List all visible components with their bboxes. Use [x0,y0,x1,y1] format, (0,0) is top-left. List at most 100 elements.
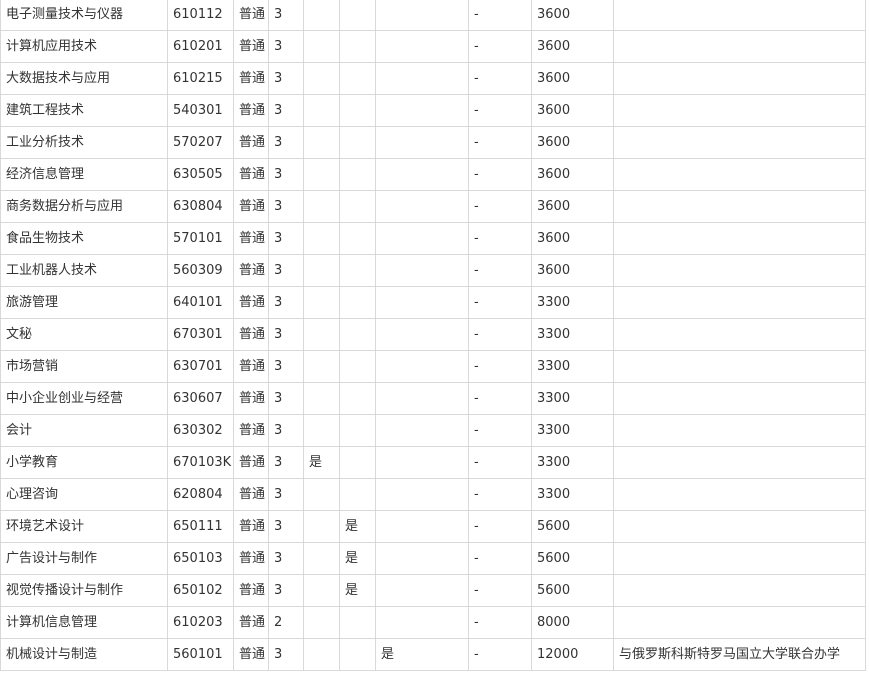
table-row: 视觉传播设计与制作 650102 普通 3 是 -5600 [0,574,866,607]
cell-program-type: 普通 [233,574,269,607]
cell-flag-3 [375,254,469,287]
cell-flag-3 [375,318,469,351]
cell-major-name: 计算机应用技术 [0,30,168,63]
cell-flag-2 [339,414,376,447]
cell-tuition-fee: 3300 [531,414,614,447]
cell-flag-1 [303,606,340,639]
table-row: 旅游管理 640101 普通 3 -3300 [0,286,866,319]
cell-program-type: 普通 [233,222,269,255]
cell-years: 3 [268,510,304,543]
cell-flag-1 [303,638,340,671]
table-row: 经济信息管理 630505 普通 3 -3600 [0,158,866,191]
cell-tuition-fee: 3600 [531,222,614,255]
cell-flag-1 [303,254,340,287]
cell-years: 2 [268,606,304,639]
cell-flag-3 [375,0,469,31]
cell-tuition-fee: 5600 [531,542,614,575]
cell-major-code: 620804 [167,478,234,511]
cell-program-type: 普通 [233,94,269,127]
table-row: 广告设计与制作 650103 普通 3 是 -5600 [0,542,866,575]
cell-flag-1 [303,350,340,383]
cell-major-name: 建筑工程技术 [0,94,168,127]
cell-flag-1 [303,30,340,63]
table-row: 会计 630302 普通 3 -3300 [0,414,866,447]
cell-program-type: 普通 [233,62,269,95]
cell-tuition-fee: 3300 [531,286,614,319]
cell-flag-3 [375,94,469,127]
cell-program-type: 普通 [233,350,269,383]
cell-flag-2 [339,222,376,255]
cell-flag-3 [375,414,469,447]
cell-tuition-fee: 3300 [531,350,614,383]
cell-flag-1 [303,318,340,351]
cell-tuition-fee: 3600 [531,62,614,95]
cell-flag-1 [303,510,340,543]
cell-major-name: 文秘 [0,318,168,351]
cell-flag-2 [339,158,376,191]
cell-flag-3 [375,286,469,319]
cell-note [613,382,866,415]
cell-major-code: 610201 [167,30,234,63]
cell-major-name: 商务数据分析与应用 [0,190,168,223]
cell-dash: - [468,30,532,63]
cell-flag-2 [339,286,376,319]
cell-years: 3 [268,414,304,447]
cell-flag-2 [339,30,376,63]
cell-years: 3 [268,318,304,351]
cell-major-code: 570207 [167,126,234,159]
table-row: 环境艺术设计 650111 普通 3 是 -5600 [0,510,866,543]
cell-tuition-fee: 3600 [531,94,614,127]
cell-note [613,446,866,479]
cell-major-code: 610112 [167,0,234,31]
cell-note [613,350,866,383]
cell-dash: - [468,478,532,511]
table-row: 电子测量技术与仪器 610112 普通 3 -3600 [0,0,866,31]
cell-years: 3 [268,638,304,671]
cell-flag-1 [303,574,340,607]
cell-note [613,318,866,351]
cell-major-code: 650111 [167,510,234,543]
cell-years: 3 [268,478,304,511]
cell-program-type: 普通 [233,542,269,575]
table-row: 工业机器人技术 560309 普通 3 -3600 [0,254,866,287]
cell-flag-3 [375,350,469,383]
table-row: 工业分析技术 570207 普通 3 -3600 [0,126,866,159]
cell-flag-2 [339,318,376,351]
cell-note [613,606,866,639]
cell-note [613,286,866,319]
cell-years: 3 [268,94,304,127]
cell-flag-1: 是 [303,446,340,479]
cell-major-name: 旅游管理 [0,286,168,319]
cell-major-code: 610215 [167,62,234,95]
cell-dash: - [468,286,532,319]
cell-flag-2 [339,254,376,287]
cell-years: 3 [268,222,304,255]
cell-program-type: 普通 [233,446,269,479]
cell-note [613,478,866,511]
cell-flag-1 [303,382,340,415]
cell-years: 3 [268,350,304,383]
cell-flag-3: 是 [375,638,469,671]
cell-flag-2 [339,0,376,31]
cell-dash: - [468,574,532,607]
cell-major-code: 630701 [167,350,234,383]
cell-years: 3 [268,158,304,191]
cell-program-type: 普通 [233,606,269,639]
cell-dash: - [468,254,532,287]
cell-major-code: 670103K [167,446,234,479]
cell-note [613,574,866,607]
cell-flag-1 [303,286,340,319]
cell-major-code: 570101 [167,222,234,255]
cell-major-name: 工业机器人技术 [0,254,168,287]
cell-dash: - [468,446,532,479]
cell-dash: - [468,190,532,223]
cell-years: 3 [268,446,304,479]
cell-major-name: 经济信息管理 [0,158,168,191]
cell-program-type: 普通 [233,0,269,31]
cell-flag-3 [375,574,469,607]
cell-flag-2 [339,382,376,415]
cell-flag-1 [303,126,340,159]
cell-flag-1 [303,222,340,255]
cell-program-type: 普通 [233,478,269,511]
cell-tuition-fee: 3300 [531,318,614,351]
